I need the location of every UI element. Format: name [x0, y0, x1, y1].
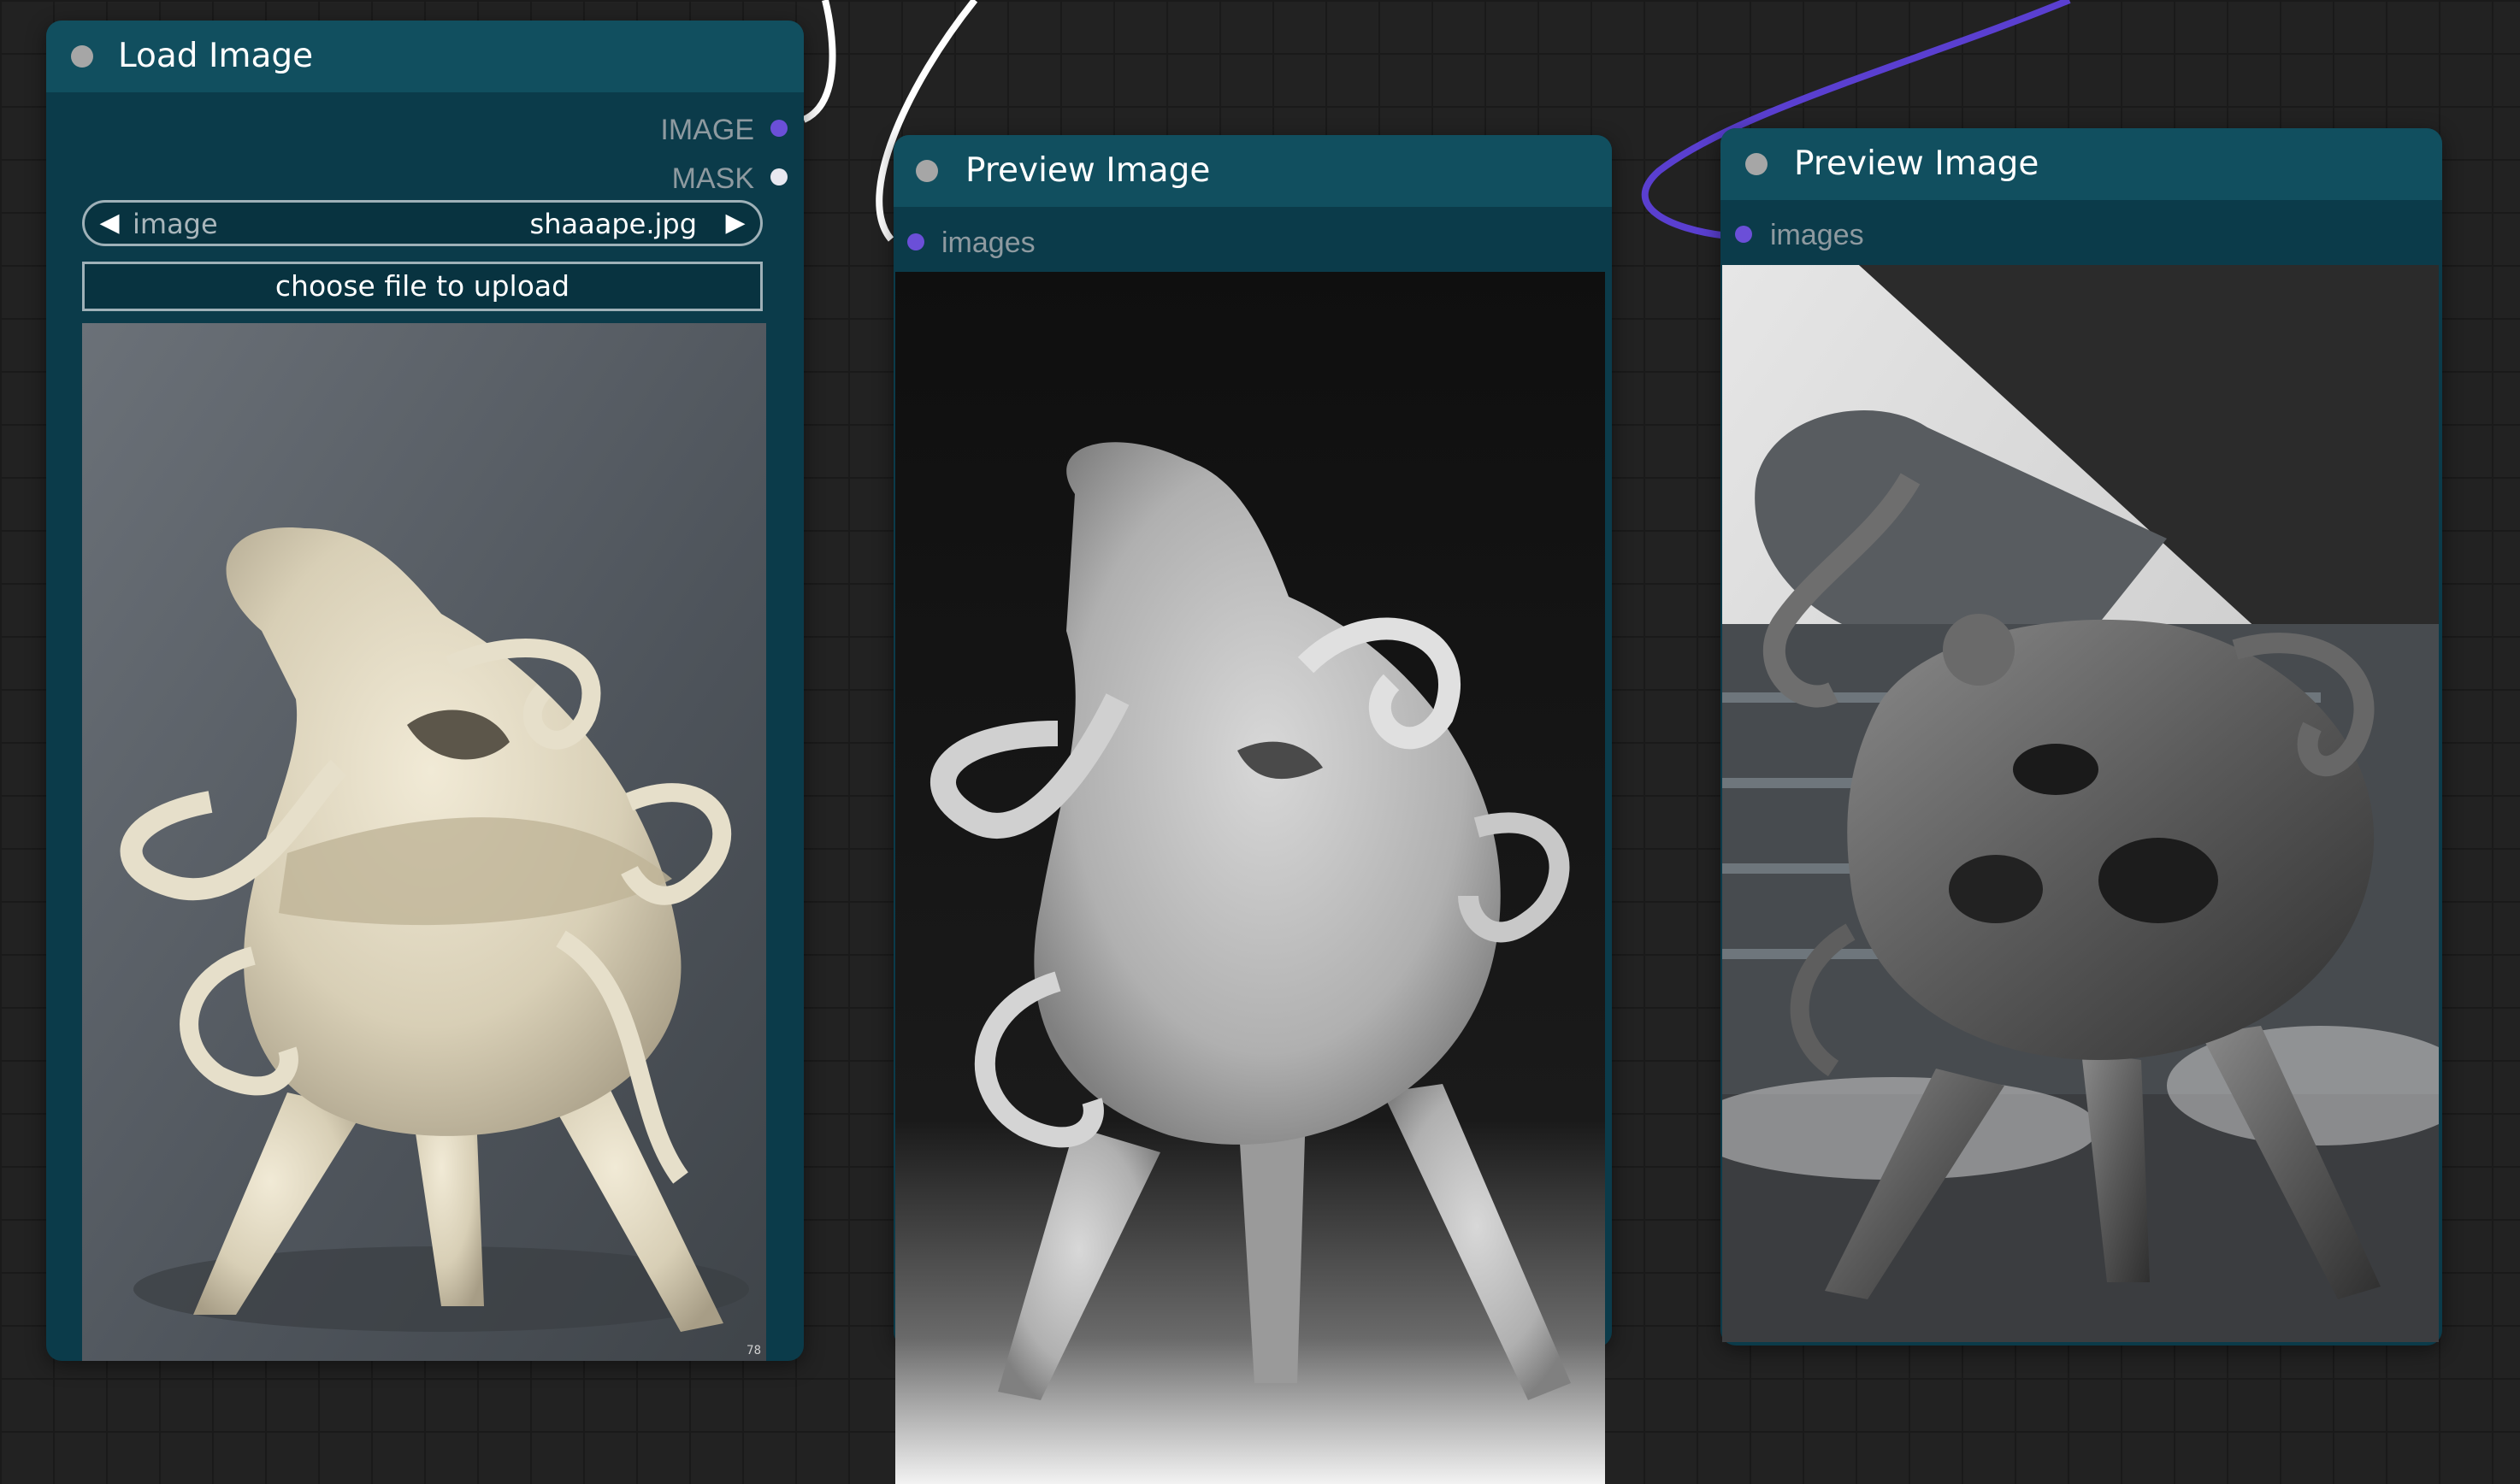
preview-image-render-node[interactable]: Preview Image images: [1720, 128, 2442, 1346]
depth-preview-image: [895, 272, 1605, 1484]
input-images-label: images: [1770, 219, 1864, 251]
link-white-top: [802, 0, 836, 123]
node-header[interactable]: Preview Image: [894, 135, 1612, 207]
combo-next-arrow-icon[interactable]: ▶: [721, 209, 750, 238]
input-images-slot[interactable]: [1735, 226, 1752, 243]
image-combo-widget[interactable]: ◀ image shaaape.jpg ▶: [82, 200, 763, 246]
input-images-label: images: [941, 227, 1036, 259]
output-mask-slot[interactable]: [770, 168, 788, 186]
collapse-toggle[interactable]: [71, 45, 93, 68]
combo-label: image: [133, 208, 218, 240]
collapse-toggle[interactable]: [916, 160, 938, 182]
node-title: Load Image: [118, 37, 314, 75]
combo-value[interactable]: shaaape.jpg: [530, 208, 697, 240]
input-images-slot[interactable]: [907, 233, 924, 250]
collapse-toggle[interactable]: [1745, 153, 1768, 175]
preview-image-depth-node[interactable]: Preview Image images: [894, 135, 1612, 1484]
node-title: Preview Image: [965, 151, 1211, 190]
node-header[interactable]: Load Image: [46, 21, 804, 92]
output-image-slot[interactable]: [770, 120, 788, 137]
output-mask-label: MASK: [671, 162, 754, 195]
combo-prev-arrow-icon[interactable]: ◀: [95, 209, 124, 238]
node-header[interactable]: Preview Image: [1720, 128, 2442, 200]
corner-tag: 78: [747, 1344, 761, 1357]
output-image-label: IMAGE: [660, 114, 754, 146]
load-image-preview: 78: [82, 323, 766, 1361]
upload-button[interactable]: choose file to upload: [82, 262, 763, 311]
load-image-node[interactable]: Load Image IMAGE MASK ◀ image shaaape.jp…: [46, 21, 804, 1361]
render-preview-image: [1722, 265, 2439, 1342]
graph-canvas[interactable]: Load Image IMAGE MASK ◀ image shaaape.jp…: [0, 0, 2520, 1484]
node-title: Preview Image: [1794, 144, 2039, 183]
